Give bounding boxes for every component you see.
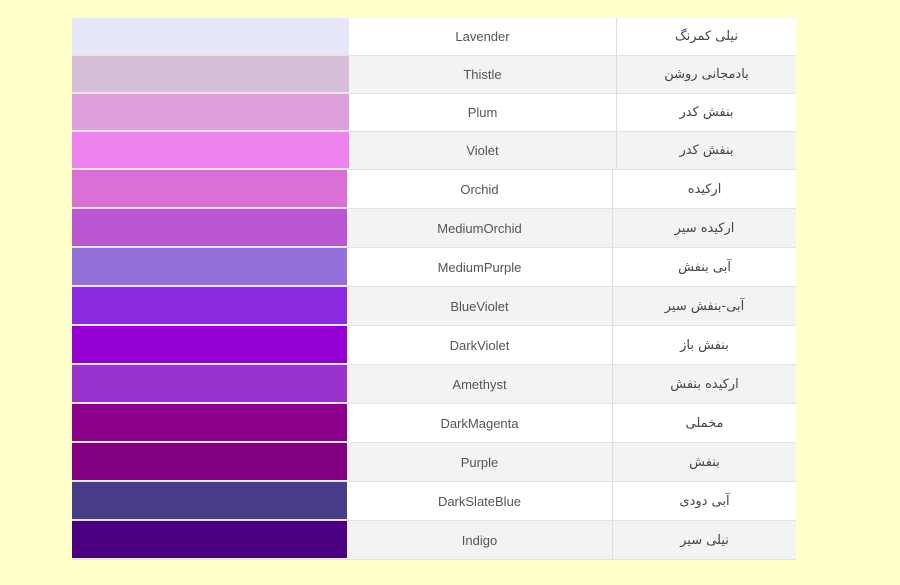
english-color-name: Violet <box>349 132 617 169</box>
color-swatch <box>72 170 347 208</box>
color-swatch <box>72 287 347 325</box>
english-color-name: Plum <box>349 94 617 131</box>
color-swatch <box>72 443 347 481</box>
color-table: Lavenderنیلی کمرنگThistleبادمجانی روشنPl… <box>72 18 796 560</box>
color-row: Lavenderنیلی کمرنگ <box>72 18 796 56</box>
english-color-name: Lavender <box>349 18 617 55</box>
english-color-name: Orchid <box>347 170 613 208</box>
color-row: BlueVioletآبی-بنفش سیر <box>72 287 796 326</box>
english-color-name: MediumOrchid <box>347 209 613 247</box>
color-swatch <box>72 56 349 93</box>
english-color-name: DarkViolet <box>347 326 613 364</box>
persian-color-name: بادمجانی روشن <box>617 56 796 93</box>
color-row: Purpleبنفش <box>72 443 796 482</box>
color-swatch <box>72 326 347 364</box>
color-swatch <box>72 365 347 403</box>
persian-color-name: ارکیده <box>613 170 796 208</box>
color-row: DarkMagentaمخملی <box>72 404 796 443</box>
persian-color-name: آبی بنفش <box>613 248 796 286</box>
english-color-name: Thistle <box>349 56 617 93</box>
english-color-name: Indigo <box>347 521 613 559</box>
color-row: Orchidارکیده <box>72 170 796 209</box>
english-color-name: BlueViolet <box>347 287 613 325</box>
color-row: DarkVioletبنفش باز <box>72 326 796 365</box>
color-row: Thistleبادمجانی روشن <box>72 56 796 94</box>
color-row: DarkSlateBlueآبی دودی <box>72 482 796 521</box>
color-row: MediumPurpleآبی بنفش <box>72 248 796 287</box>
color-swatch <box>72 209 347 247</box>
persian-color-name: بنفش <box>613 443 796 481</box>
english-color-name: MediumPurple <box>347 248 613 286</box>
persian-color-name: بنفش کدر <box>617 94 796 131</box>
color-swatch <box>72 132 349 169</box>
persian-color-name: بنفش کدر <box>617 132 796 169</box>
persian-color-name: آبی-بنفش سیر <box>613 287 796 325</box>
color-swatch <box>72 521 347 559</box>
persian-color-name: نیلی کمرنگ <box>617 18 796 55</box>
english-color-name: Amethyst <box>347 365 613 403</box>
persian-color-name: آبی دودی <box>613 482 796 520</box>
persian-color-name: مخملی <box>613 404 796 442</box>
persian-color-name: بنفش باز <box>613 326 796 364</box>
color-swatch <box>72 94 349 131</box>
english-color-name: Purple <box>347 443 613 481</box>
persian-color-name: نیلی سیر <box>613 521 796 559</box>
color-row: Violetبنفش کدر <box>72 132 796 170</box>
color-row: Indigoنیلی سیر <box>72 521 796 560</box>
english-color-name: DarkMagenta <box>347 404 613 442</box>
color-row: MediumOrchidارکیده سیر <box>72 209 796 248</box>
persian-color-name: ارکیده بنفش <box>613 365 796 403</box>
color-swatch <box>72 404 347 442</box>
color-row: Plumبنفش کدر <box>72 94 796 132</box>
english-color-name: DarkSlateBlue <box>347 482 613 520</box>
color-swatch <box>72 482 347 520</box>
persian-color-name: ارکیده سیر <box>613 209 796 247</box>
color-swatch <box>72 248 347 286</box>
color-swatch <box>72 18 349 55</box>
color-row: Amethystارکیده بنفش <box>72 365 796 404</box>
